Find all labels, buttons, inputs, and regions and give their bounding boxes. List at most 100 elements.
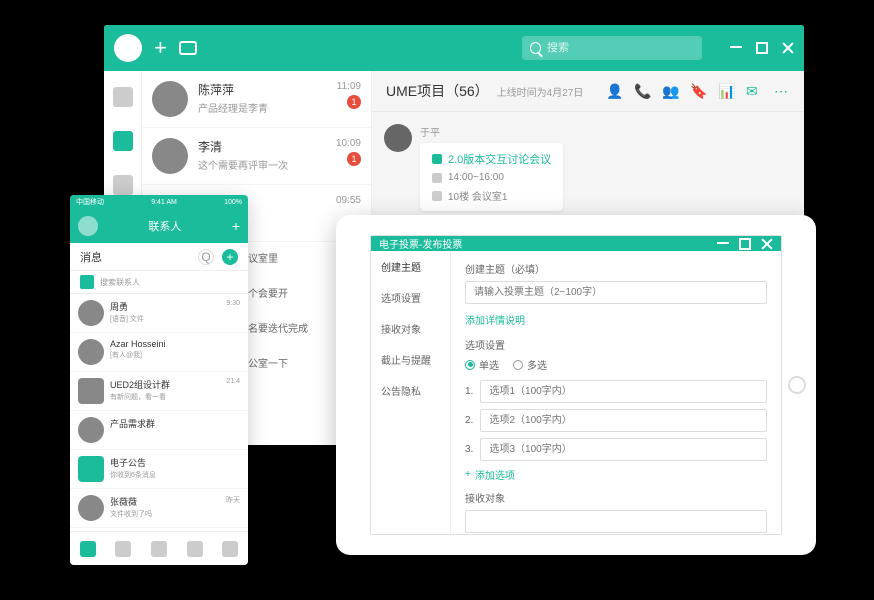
group-icon[interactable]: 👥 [662, 83, 678, 99]
rail-item-3[interactable] [113, 175, 133, 195]
conv-preview: 这个需要再评审一次 [198, 157, 326, 172]
item-name: 电子公告 [110, 456, 234, 469]
minimize-button[interactable] [717, 238, 729, 244]
sender-avatar[interactable] [384, 124, 412, 152]
phone-conv-item[interactable]: 电子公告你收到6条消息 [70, 450, 248, 489]
conv-time: 09:55 [336, 195, 361, 206]
minimize-button[interactable] [730, 42, 742, 48]
menu-privacy[interactable]: 公告隐私 [371, 375, 450, 406]
avatar [78, 378, 104, 404]
item-preview: 有新问题，看一看 [110, 392, 220, 402]
phone-conv-list[interactable]: 周勇[语音] 文件9:30Azar Hosseini[有人@我]UED2组设计群… [70, 294, 248, 534]
unread-badge: 1 [347, 152, 361, 166]
bookmark-icon[interactable]: 🔖 [690, 83, 706, 99]
item-preview: 文件收到了吗 [110, 509, 220, 519]
dialog-form: 创建主题（必填） 添加详情说明 选项设置 单选 多选 1. 2. 3. +添加选… [451, 251, 781, 535]
radio-multi[interactable]: 多选 [513, 357, 547, 372]
phone-bottom-nav [70, 531, 248, 565]
menu-recipients[interactable]: 接收对象 [371, 313, 450, 344]
stats-icon[interactable]: 📊 [718, 83, 734, 99]
avatar [78, 300, 104, 326]
window-controls [730, 42, 794, 54]
item-time: 9:30 [226, 300, 240, 326]
menu-options[interactable]: 选项设置 [371, 282, 450, 313]
card-location: 10楼 会议室1 [448, 188, 507, 203]
phone-conv-item[interactable]: 周勇[语音] 文件9:30 [70, 294, 248, 333]
option-input-1[interactable] [480, 380, 767, 403]
avatar [152, 81, 188, 117]
topic-label: 创建主题（必填） [465, 261, 767, 276]
more-icon[interactable]: ⋯ [774, 83, 790, 99]
chat-subtitle: 上线时间为4月27日 [497, 84, 584, 99]
phone-avatar[interactable] [78, 216, 98, 236]
option-row: 2. [465, 409, 767, 432]
item-time: 昨天 [226, 495, 240, 521]
phone-subheader[interactable]: 搜索联系人 [70, 271, 248, 294]
chat-message: 于平 2.0版本交互讨论会议 14:00~16:00 10楼 会议室1 [384, 124, 792, 211]
item-preview: [有人@我] [110, 350, 234, 360]
item-name: 产品需求群 [110, 417, 234, 430]
radio-single[interactable]: 单选 [465, 357, 499, 372]
vote-dialog: 电子投票-发布投票 创建主题 选项设置 接收对象 截止与提醒 公告隐私 创建主题… [370, 235, 782, 535]
item-preview: 你收到6条消息 [110, 470, 234, 480]
dialog-titlebar: 电子投票-发布投票 [371, 236, 781, 251]
call-icon[interactable]: 📞 [634, 83, 650, 99]
phone-conv-item[interactable]: Azar Hosseini[有人@我] [70, 333, 248, 372]
clock-icon [432, 173, 442, 183]
meeting-card[interactable]: 2.0版本交互讨论会议 14:00~16:00 10楼 会议室1 [420, 143, 563, 211]
card-time: 14:00~16:00 [448, 172, 504, 183]
compose-icon[interactable]: + [222, 249, 238, 265]
add-member-icon[interactable]: 👤 [606, 83, 622, 99]
phone-icon[interactable] [179, 41, 197, 55]
location-icon [432, 191, 442, 201]
close-button[interactable] [782, 42, 794, 54]
sub-text: 搜索联系人 [100, 277, 140, 288]
nav-work[interactable] [141, 532, 177, 565]
chat-header: UME项目（56） 上线时间为4月27日 👤 📞 👥 🔖 📊 ✉ ⋯ [372, 71, 804, 112]
add-icon[interactable]: + [154, 35, 167, 61]
carrier-text: 中国移动 [76, 197, 104, 207]
phone-tabs: 消息 Q + [70, 243, 248, 271]
desktop-titlebar: + [104, 25, 804, 71]
topic-input[interactable] [465, 281, 767, 304]
avatar [78, 417, 104, 443]
close-button[interactable] [761, 238, 773, 250]
nav-call[interactable] [177, 532, 213, 565]
search-box[interactable] [522, 36, 702, 60]
recipients-input[interactable] [465, 510, 767, 533]
user-avatar[interactable] [114, 34, 142, 62]
unread-badge: 1 [347, 95, 361, 109]
add-detail-link[interactable]: 添加详情说明 [465, 312, 767, 327]
nav-me[interactable] [212, 532, 248, 565]
phone-conv-item[interactable]: UED2组设计群有新问题，看一看21:4 [70, 372, 248, 411]
radio-icon [465, 360, 475, 370]
option-input-2[interactable] [480, 409, 767, 432]
conversation-item[interactable]: 陈萍萍产品经理是李青 11:091 [142, 71, 371, 128]
search-icon [530, 42, 541, 54]
search-icon[interactable]: Q [198, 249, 214, 265]
rail-item-chat[interactable] [113, 131, 133, 151]
phone-conv-item[interactable]: 张薇薇文件收到了吗昨天 [70, 489, 248, 528]
menu-topic[interactable]: 创建主题 [371, 251, 450, 282]
phone-header: 联系人 + [70, 209, 248, 243]
option-input-3[interactable] [480, 438, 767, 461]
dialog-sidebar: 创建主题 选项设置 接收对象 截止与提醒 公告隐私 [371, 251, 451, 535]
search-input[interactable] [547, 42, 694, 54]
contacts-icon [80, 275, 94, 289]
maximize-button[interactable] [756, 42, 768, 54]
maximize-button[interactable] [739, 238, 751, 250]
conversation-item[interactable]: 李清这个需要再评审一次 10:091 [142, 128, 371, 185]
tab-messages[interactable]: 消息 [80, 249, 102, 265]
phone-mockup: 中国移动 9:41 AM 100% 联系人 + 消息 Q + 搜索联系人 周勇[… [70, 195, 248, 565]
rail-item-1[interactable] [113, 87, 133, 107]
phone-add-icon[interactable]: + [232, 218, 240, 234]
status-time: 9:41 AM [151, 199, 177, 206]
phone-conv-item[interactable]: 产品需求群 [70, 411, 248, 450]
menu-deadline[interactable]: 截止与提醒 [371, 344, 450, 375]
mail-icon[interactable]: ✉ [746, 83, 762, 99]
nav-chat[interactable] [70, 532, 106, 565]
tablet-home-button[interactable] [788, 376, 806, 394]
nav-contacts[interactable] [106, 532, 142, 565]
battery-text: 100% [224, 199, 242, 206]
add-option-link[interactable]: +添加选项 [465, 467, 767, 482]
